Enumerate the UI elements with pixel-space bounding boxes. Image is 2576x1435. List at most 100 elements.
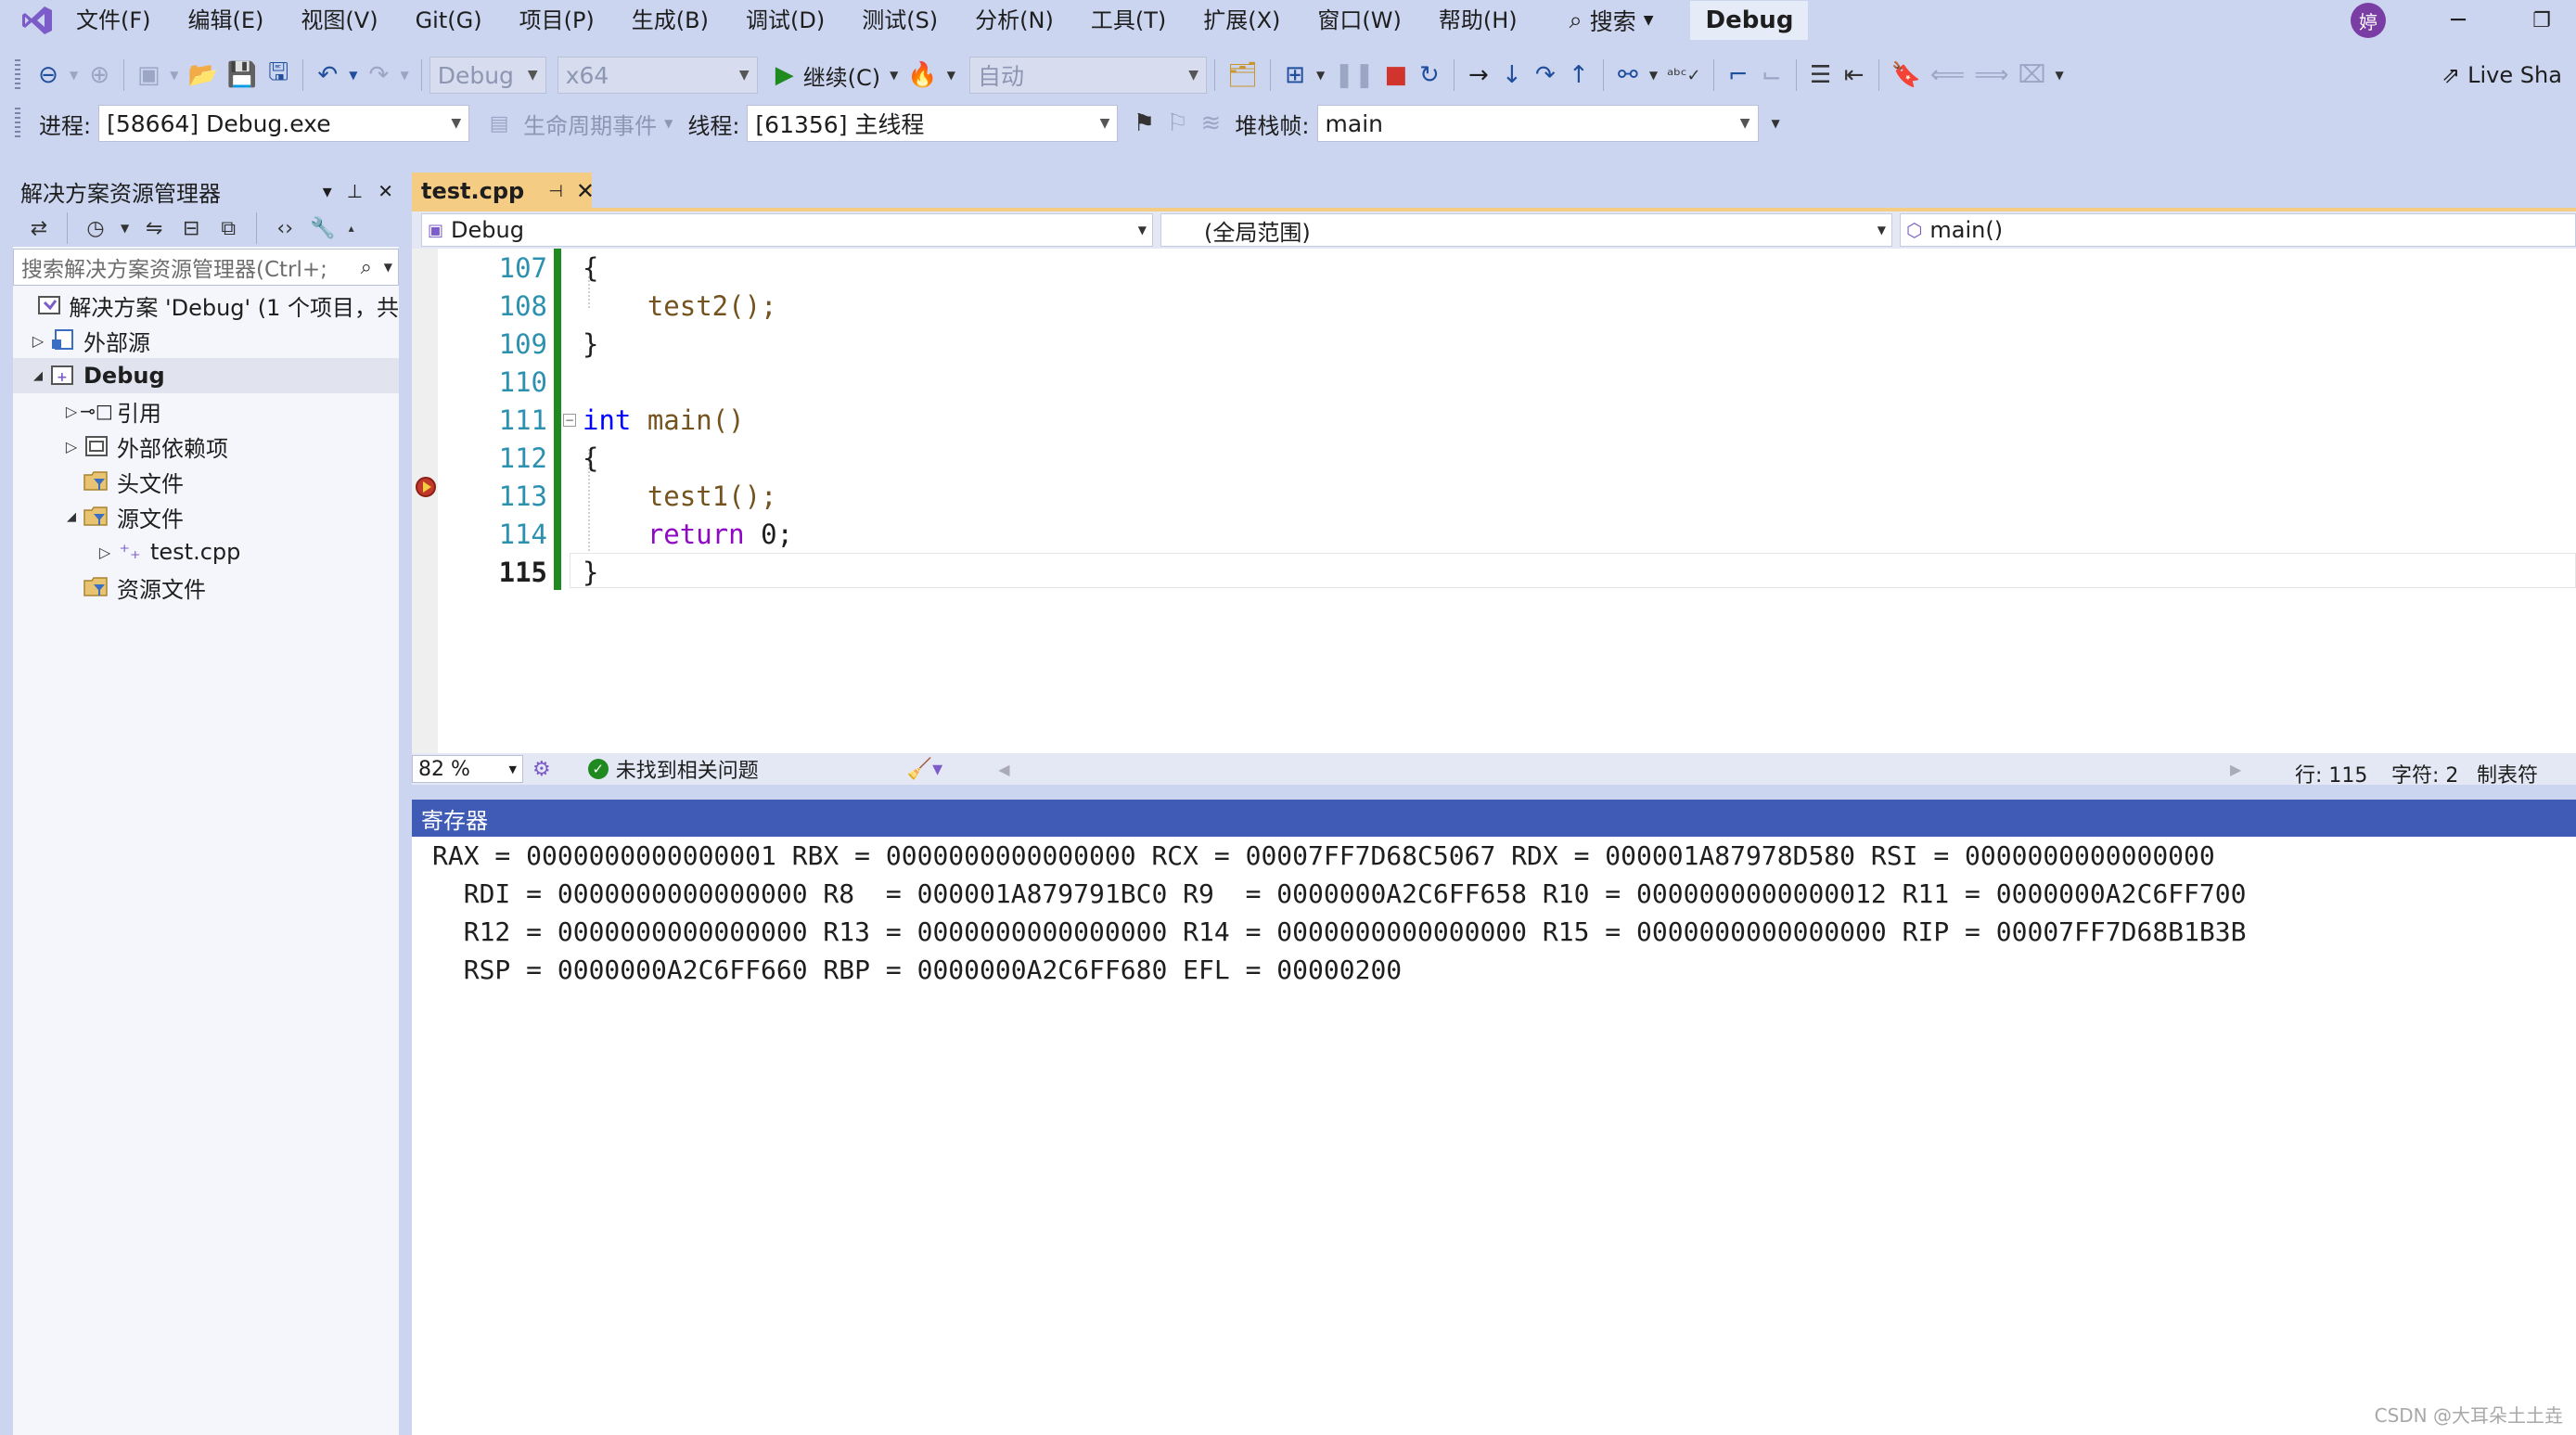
chevron-down-icon[interactable]: ▼ bbox=[384, 261, 392, 274]
hex-display-icon[interactable]: ⚯ bbox=[1611, 57, 1645, 94]
menu-file[interactable]: 文件(F) bbox=[58, 0, 170, 41]
chevron-down-icon[interactable]: ▼ bbox=[116, 210, 134, 247]
step-out-icon[interactable]: ↑ bbox=[1562, 57, 1596, 94]
thread-dropdown[interactable]: [61356] 主线程 ▼ bbox=[747, 105, 1119, 142]
application-insights-icon[interactable]: ⊞ bbox=[1278, 57, 1312, 94]
configuration-dropdown[interactable]: Debug ▼ bbox=[429, 57, 546, 94]
switch-views-icon[interactable]: ⇄ bbox=[22, 210, 56, 247]
chevron-down-icon[interactable]: ▾ bbox=[323, 180, 332, 202]
continue-button[interactable]: ▶ 继续(C) bbox=[771, 57, 885, 94]
tree-expander[interactable]: ▷ bbox=[61, 403, 82, 420]
new-project-icon[interactable]: ▣ bbox=[132, 57, 165, 94]
step-over-icon[interactable]: ↷ bbox=[1529, 57, 1562, 94]
tree-expander[interactable]: ▷ bbox=[28, 332, 48, 350]
tab-indicator[interactable]: 制表符 bbox=[2477, 759, 2538, 788]
menu-window[interactable]: 窗口(W) bbox=[1299, 0, 1419, 41]
process-dropdown[interactable]: [58664] Debug.exe ▼ bbox=[98, 105, 470, 142]
tree-item-source-files[interactable]: ◢ 源文件 bbox=[13, 499, 399, 534]
menu-search[interactable]: ⌕ 搜索 ▼ bbox=[1555, 4, 1669, 37]
chevron-down-icon[interactable]: ▼ bbox=[165, 57, 183, 94]
show-threads-icon[interactable]: ≋ bbox=[1194, 105, 1227, 142]
redo-icon[interactable]: ↷ bbox=[362, 57, 395, 94]
pause-icon[interactable]: ❚❚ bbox=[1329, 57, 1379, 94]
menu-build[interactable]: 生成(B) bbox=[613, 0, 727, 41]
solution-search-input[interactable]: 搜索解决方案资源管理器(Ctrl+; ⌕ ▼ bbox=[13, 249, 399, 286]
chevron-down-icon[interactable]: ▼ bbox=[664, 117, 673, 130]
previous-bookmark-icon[interactable]: ⟸ bbox=[1926, 57, 1969, 94]
tree-item-external-dependencies[interactable]: ▷ 外部依赖项 bbox=[13, 429, 399, 464]
indent-icon[interactable]: ☰ bbox=[1804, 57, 1838, 94]
tree-expander[interactable]: ▷ bbox=[95, 544, 115, 561]
chevron-down-icon[interactable]: ▴ bbox=[344, 210, 359, 247]
indicator-margin[interactable] bbox=[412, 249, 438, 753]
properties-icon[interactable]: 🔧 bbox=[305, 210, 340, 247]
undo-icon[interactable]: ↶ bbox=[311, 57, 344, 94]
hot-reload-icon[interactable]: 🔥 bbox=[903, 57, 942, 94]
chevron-down-icon[interactable]: ▼ bbox=[2051, 57, 2069, 94]
close-icon[interactable]: ✕ bbox=[576, 178, 595, 204]
code-editor[interactable]: − 107 108 109 110 111 112 113 114 115 { … bbox=[412, 249, 2576, 753]
back-icon[interactable]: ⊖ bbox=[32, 57, 65, 94]
tree-expander[interactable]: ▷ bbox=[61, 438, 82, 455]
tree-item-project-debug[interactable]: ◢ + Debug bbox=[13, 358, 399, 393]
chevron-down-icon[interactable]: ▼ bbox=[65, 57, 83, 94]
outdent-icon[interactable]: ⇤ bbox=[1838, 57, 1871, 94]
show-all-files-icon[interactable]: ⧉ bbox=[211, 210, 245, 247]
scroll-left-icon[interactable]: ◀ bbox=[998, 761, 1009, 778]
menu-extensions[interactable]: 扩展(X) bbox=[1185, 0, 1299, 41]
toolbar-grip[interactable] bbox=[15, 108, 20, 139]
chevron-down-icon[interactable]: ▼ bbox=[1645, 57, 1662, 94]
pending-changes-icon[interactable]: ◷ bbox=[79, 210, 112, 247]
flag-threads-icon[interactable]: ⚐ bbox=[1160, 105, 1194, 142]
menu-debug[interactable]: 调试(D) bbox=[727, 0, 843, 41]
forward-icon[interactable]: ⊕ bbox=[83, 57, 116, 94]
sync-icon[interactable]: ⇋ bbox=[137, 210, 171, 247]
menu-git[interactable]: Git(G) bbox=[397, 0, 501, 41]
stack-frame-dropdown[interactable]: main ▼ bbox=[1316, 105, 1759, 142]
member-nav-dropdown[interactable]: ⬡ main() bbox=[1899, 213, 2576, 247]
restore-button[interactable]: ❐ bbox=[2523, 0, 2560, 41]
chevron-down-icon[interactable]: ▼ bbox=[1312, 57, 1329, 94]
stop-icon[interactable]: ■ bbox=[1379, 57, 1413, 94]
minimize-button[interactable]: ─ bbox=[2440, 0, 2477, 41]
lifecycle-events-icon[interactable]: ▤ bbox=[482, 105, 516, 142]
collapse-toggle[interactable]: − bbox=[563, 414, 576, 427]
menu-project[interactable]: 项目(P) bbox=[501, 0, 613, 41]
toolbar-grip[interactable] bbox=[15, 59, 20, 91]
spell-check-icon[interactable]: ᵃᵇᶜ✓ bbox=[1662, 57, 1706, 94]
project-nav-dropdown[interactable]: ▣ Debug ▼ bbox=[421, 213, 1153, 247]
scroll-right-icon[interactable]: ▶ bbox=[2230, 761, 2241, 778]
clear-bookmarks-icon[interactable]: ⌧ bbox=[2014, 57, 2051, 94]
open-folder-icon[interactable]: 📂 bbox=[183, 57, 222, 94]
chevron-down-icon[interactable]: ▼ bbox=[395, 57, 413, 94]
pin-icon[interactable]: ⊣ bbox=[548, 182, 563, 201]
collapse-all-icon[interactable]: ⊟ bbox=[174, 210, 208, 247]
menu-analyze[interactable]: 分析(N) bbox=[956, 0, 1072, 41]
close-icon[interactable]: ✕ bbox=[378, 180, 393, 202]
zoom-dropdown[interactable]: 82 % ▼ bbox=[412, 755, 523, 783]
tree-item-test-cpp[interactable]: ▷ ⁺₊ test.cpp bbox=[13, 534, 399, 570]
step-into-icon[interactable]: ↓ bbox=[1495, 57, 1529, 94]
tree-item-references[interactable]: ▷ ⊸□ 引用 bbox=[13, 393, 399, 429]
uncomment-icon[interactable]: ⌙ bbox=[1755, 57, 1788, 94]
menu-edit[interactable]: 编辑(E) bbox=[170, 0, 283, 41]
tree-item-solution[interactable]: 解决方案 'Debug' (1 个项目，共 bbox=[13, 288, 399, 323]
bookmark-icon[interactable]: 🔖 bbox=[1887, 57, 1926, 94]
menu-test[interactable]: 测试(S) bbox=[843, 0, 956, 41]
live-share-button[interactable]: ⇗ Live Sha bbox=[2437, 57, 2576, 94]
menu-tools[interactable]: 工具(T) bbox=[1072, 0, 1185, 41]
next-bookmark-icon[interactable]: ⟹ bbox=[1969, 57, 2013, 94]
flag-icon[interactable]: ⚑ bbox=[1127, 105, 1160, 142]
menu-view[interactable]: 视图(V) bbox=[282, 0, 396, 41]
restart-icon[interactable]: ↻ bbox=[1413, 57, 1446, 94]
search-icon[interactable]: ⌕ bbox=[361, 256, 372, 279]
tree-expander[interactable]: ◢ bbox=[28, 369, 48, 383]
visual-studio-logo-icon[interactable] bbox=[17, 0, 58, 41]
save-all-icon[interactable]: 🖫 bbox=[262, 57, 295, 94]
line-indicator[interactable]: 行: 115 bbox=[2295, 759, 2367, 788]
code-cleanup-icon[interactable]: 🧹▾ bbox=[907, 758, 942, 781]
intellicode-icon[interactable]: ⚙ bbox=[532, 758, 551, 781]
chevron-down-icon[interactable]: ▼ bbox=[885, 57, 903, 94]
char-indicator[interactable]: 字符: 2 bbox=[2391, 759, 2458, 788]
tab-test-cpp[interactable]: test.cpp ⊣ ✕ bbox=[412, 173, 595, 210]
